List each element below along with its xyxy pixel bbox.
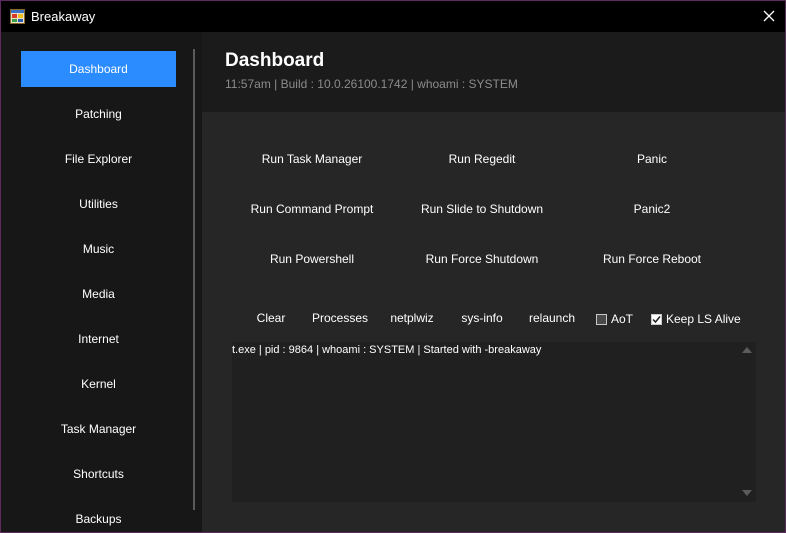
- aot-checkbox[interactable]: AoT: [596, 310, 633, 328]
- scroll-up-arrow-icon[interactable]: [742, 346, 752, 354]
- sidebar-item-shortcuts[interactable]: Shortcuts: [21, 456, 176, 492]
- app-window: Breakaway Dashboard Patching File Explor…: [0, 0, 786, 533]
- aot-checkbox-box: [596, 313, 607, 325]
- relaunch-button[interactable]: relaunch: [524, 307, 580, 329]
- sidebar-item-kernel[interactable]: Kernel: [21, 366, 176, 402]
- close-button[interactable]: [757, 5, 781, 27]
- sidebar-item-patching[interactable]: Patching: [21, 96, 176, 132]
- sidebar-item-internet[interactable]: Internet: [21, 321, 176, 357]
- run-force-shutdown-button[interactable]: Run Force Shutdown: [402, 248, 562, 270]
- sidebar-item-file-explorer[interactable]: File Explorer: [21, 141, 176, 177]
- run-force-reboot-button[interactable]: Run Force Reboot: [572, 248, 732, 270]
- run-slide-to-shutdown-button[interactable]: Run Slide to Shutdown: [402, 198, 562, 220]
- sidebar-divider: [193, 49, 195, 510]
- panic2-button[interactable]: Panic2: [572, 198, 732, 220]
- keep-ls-alive-checkbox[interactable]: Keep LS Alive: [651, 310, 741, 328]
- log-output[interactable]: t.exe | pid : 9864 | whoami : SYSTEM | S…: [232, 342, 756, 502]
- check-icon: [652, 315, 661, 323]
- run-regedit-button[interactable]: Run Regedit: [402, 148, 562, 170]
- sidebar-item-media[interactable]: Media: [21, 276, 176, 312]
- scroll-down-arrow-icon[interactable]: [742, 489, 752, 497]
- app-icon: [10, 9, 25, 24]
- sidebar-item-task-manager[interactable]: Task Manager: [21, 411, 176, 447]
- dashboard-panel: Run Task Manager Run Regedit Panic Run C…: [202, 112, 785, 532]
- aot-checkbox-label: AoT: [611, 312, 634, 326]
- netplwiz-button[interactable]: netplwiz: [384, 307, 440, 329]
- processes-button[interactable]: Processes: [307, 307, 373, 329]
- sys-info-button[interactable]: sys-info: [454, 307, 510, 329]
- page-title: Dashboard: [225, 50, 325, 71]
- page-header: Dashboard 11:57am | Build : 10.0.26100.1…: [202, 32, 785, 112]
- keep-ls-alive-checkbox-label: Keep LS Alive: [666, 312, 741, 326]
- run-command-prompt-button[interactable]: Run Command Prompt: [232, 198, 392, 220]
- close-icon: [763, 10, 775, 22]
- clear-button[interactable]: Clear: [250, 307, 292, 329]
- sidebar-item-backups[interactable]: Backups: [21, 501, 176, 532]
- title-bar: Breakaway: [1, 1, 785, 32]
- sidebar: Dashboard Patching File Explorer Utiliti…: [1, 32, 194, 532]
- keep-ls-alive-checkbox-box: [651, 313, 662, 325]
- status-subtitle: 11:57am | Build : 10.0.26100.1742 | whoa…: [225, 77, 518, 91]
- sidebar-item-utilities[interactable]: Utilities: [21, 186, 176, 222]
- window-title: Breakaway: [31, 9, 96, 24]
- run-task-manager-button[interactable]: Run Task Manager: [232, 148, 392, 170]
- run-powershell-button[interactable]: Run Powershell: [232, 248, 392, 270]
- sidebar-item-dashboard[interactable]: Dashboard: [21, 51, 176, 87]
- panic-button[interactable]: Panic: [572, 148, 732, 170]
- sidebar-item-music[interactable]: Music: [21, 231, 176, 267]
- log-text: t.exe | pid : 9864 | whoami : SYSTEM | S…: [232, 344, 542, 356]
